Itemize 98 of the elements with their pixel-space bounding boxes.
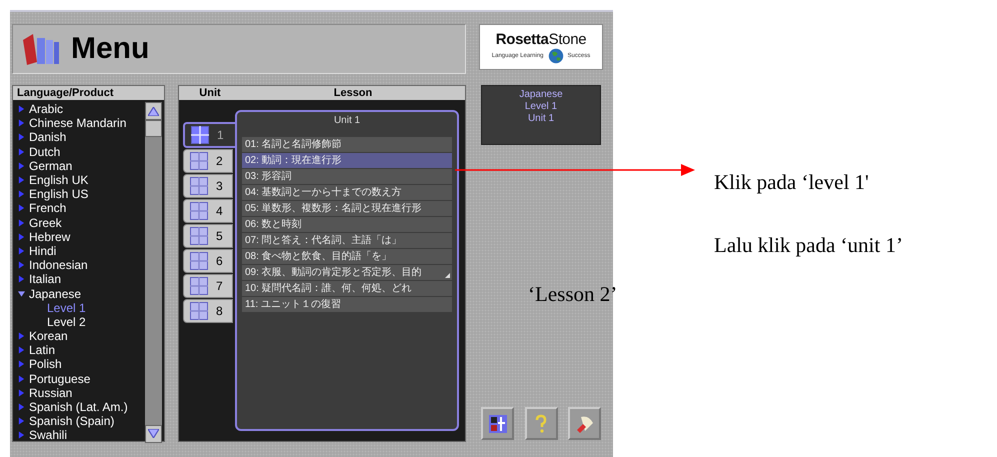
language-label: English US: [29, 187, 88, 202]
language-item[interactable]: Latin: [18, 343, 145, 358]
language-label: Italian: [29, 272, 62, 286]
language-label: Dutch: [29, 144, 60, 159]
lesson-item[interactable]: 11: ユニット１の復習: [242, 297, 452, 312]
column-header: Lesson: [332, 87, 374, 99]
language-label: Greek: [29, 216, 62, 230]
grid-icon: [190, 152, 208, 170]
language-label: Danish: [29, 130, 66, 144]
lesson-item[interactable]: 08: 食べ物と飲食、目的語「を」: [242, 249, 452, 264]
unit-tab[interactable]: 2: [183, 149, 233, 173]
panel-header: Language/Product: [13, 86, 164, 100]
lesson-item[interactable]: 01: 名詞と名詞修飾節: [242, 137, 452, 152]
language-label: Spanish (Spain): [29, 414, 114, 428]
column-header: Unit: [198, 87, 222, 99]
language-label: Polish: [29, 357, 62, 372]
unit-tab[interactable]: 8: [183, 299, 233, 323]
lesson-item[interactable]: 02: 動詞：現在進行形: [242, 153, 452, 168]
language-item[interactable]: Polish: [18, 357, 145, 372]
down-arrow-icon: [148, 429, 159, 438]
language-item[interactable]: Russian: [18, 386, 145, 400]
language-item[interactable]: Indonesian: [18, 258, 145, 272]
selection-label: Japanese: [519, 89, 563, 101]
selection-label: Level 1: [524, 101, 558, 113]
unit-title: Unit 1: [332, 115, 362, 128]
language-label: French: [29, 201, 66, 216]
language-item[interactable]: Hebrew: [18, 230, 145, 244]
grid-icon: [190, 227, 208, 245]
help-button[interactable]: [524, 407, 558, 440]
selection-label: Unit 1: [528, 113, 554, 125]
up-arrow-icon: [148, 106, 159, 116]
unit-tab[interactable]: 7: [183, 274, 233, 298]
grid-icon: [190, 252, 208, 270]
logo-text: RosettaStone: [496, 30, 586, 48]
unit-tab[interactable]: 4: [183, 199, 233, 223]
unit-tab[interactable]: 5: [183, 224, 233, 248]
language-item[interactable]: Italian: [18, 272, 145, 286]
language-label: Latin: [29, 343, 56, 358]
language-label: Chinese Mandarin: [29, 116, 126, 130]
window-title: Menu: [71, 32, 150, 66]
language-label: English UK: [29, 173, 88, 188]
language-item[interactable]: English US: [18, 187, 145, 202]
language-item[interactable]: Swahili: [18, 428, 145, 442]
language-label: German: [29, 158, 72, 173]
language-item[interactable]: Portuguese: [18, 372, 145, 386]
grid-icon: [190, 177, 208, 195]
lesson-item[interactable]: 09: 衣服、動詞の肯定形と否定形、目的: [242, 265, 452, 280]
language-label: Russian: [29, 386, 72, 400]
language-item[interactable]: Japanese: [18, 286, 145, 301]
scrollbar[interactable]: [145, 102, 162, 442]
unit-tab[interactable]: 3: [183, 174, 233, 198]
annotation-text: Klik pada ‘level 1': [714, 170, 869, 195]
language-label: Spanish (Lat. Am.): [29, 400, 128, 414]
language-label: Indonesian: [29, 258, 88, 272]
lesson-item[interactable]: 10: 疑問代名詞：誰、何、何処、どれ: [242, 281, 452, 296]
language-label: Hindi: [29, 244, 56, 258]
grid-icon: [190, 202, 208, 220]
lesson-item[interactable]: 03: 形容詞: [242, 169, 452, 184]
language-label: Korean: [29, 329, 68, 344]
door-icon: [574, 414, 594, 434]
language-item[interactable]: Korean: [18, 329, 145, 344]
globe-icon: [548, 48, 564, 64]
language-item[interactable]: French: [18, 201, 145, 216]
language-label: Japanese: [29, 286, 82, 301]
language-label: Arabic: [29, 102, 64, 116]
settings-icon: [488, 414, 508, 434]
language-label: Swahili: [29, 428, 68, 442]
books-icon: [21, 32, 61, 66]
settings-button[interactable]: [481, 407, 514, 440]
scroll-up-button[interactable]: [145, 102, 162, 120]
language-item[interactable]: Dutch: [18, 144, 145, 159]
unit-tab[interactable]: 1: [183, 122, 235, 148]
language-label: Hebrew: [29, 230, 70, 244]
lesson-item[interactable]: 04: 基数詞と一から十までの数え方: [242, 185, 452, 200]
lesson-item[interactable]: 06: 数と時刻: [242, 217, 452, 232]
language-item[interactable]: English UK: [18, 172, 145, 188]
language-item[interactable]: Spanish (Spain): [18, 414, 145, 428]
scroll-thumb[interactable]: [145, 120, 162, 137]
lesson-item[interactable]: 05: 単数形、複数形：名詞と現在進行形: [242, 201, 452, 216]
language-item[interactable]: Chinese Mandarin: [18, 116, 145, 130]
language-item[interactable]: Danish: [18, 130, 145, 145]
unit-tab[interactable]: 6: [183, 249, 233, 273]
annotation-text: ‘Lesson 2’: [528, 282, 618, 307]
language-label: Portuguese: [29, 372, 90, 386]
exit-button[interactable]: [568, 407, 601, 440]
language-item[interactable]: Arabic: [18, 102, 145, 116]
language-item[interactable]: German: [18, 158, 145, 173]
grid-icon: [191, 126, 209, 144]
grid-icon: [190, 302, 208, 320]
level-item[interactable]: Level 1: [18, 300, 145, 315]
lesson-item[interactable]: 07: 問と答え：代名詞、主語「は」: [242, 233, 452, 248]
grid-icon: [190, 277, 208, 295]
language-item[interactable]: Spanish (Lat. Am.): [18, 400, 145, 414]
scroll-down-button[interactable]: [145, 424, 162, 442]
annotation-text: Lalu klik pada ‘unit 1’: [714, 233, 903, 258]
level-item[interactable]: Level 2: [18, 314, 145, 329]
language-item[interactable]: Hindi: [18, 244, 145, 258]
language-item[interactable]: Greek: [18, 216, 145, 230]
